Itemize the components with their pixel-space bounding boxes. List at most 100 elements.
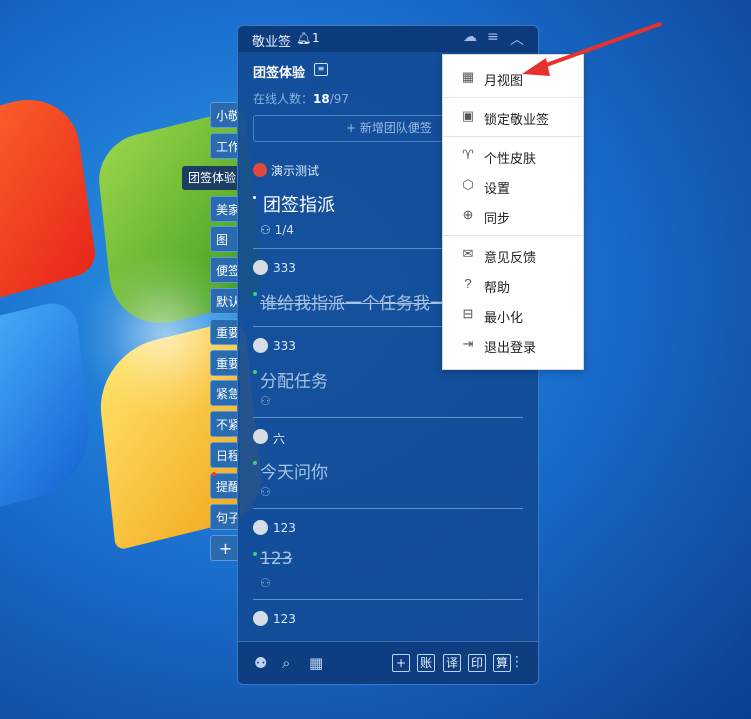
logo-red-pane bbox=[0, 85, 98, 311]
shirt-icon: ♈︎ bbox=[462, 147, 474, 162]
side-tab[interactable]: 日程 bbox=[210, 442, 240, 468]
tool-translate[interactable]: 译 bbox=[443, 654, 461, 672]
note-user: 333 bbox=[273, 261, 296, 275]
calendar-icon: ▦ bbox=[461, 69, 475, 84]
avatar bbox=[253, 260, 268, 275]
demo-row[interactable]: 演示测试 bbox=[253, 162, 319, 179]
avatar bbox=[253, 611, 268, 626]
team-members-icon[interactable]: ⚉ bbox=[254, 654, 267, 672]
note-status-dot bbox=[253, 461, 257, 465]
side-tab[interactable]: 重要 bbox=[210, 319, 240, 345]
demo-label: 演示测试 bbox=[271, 164, 320, 178]
note-user: 333 bbox=[273, 339, 296, 353]
app-title: 敬业签 bbox=[252, 35, 292, 50]
sync-icon: ⊕ bbox=[462, 207, 474, 222]
add-note-button[interactable]: + bbox=[392, 654, 410, 672]
menu-item-label: 月视图 bbox=[484, 73, 524, 88]
assignee-icon[interactable]: ⚇ bbox=[260, 485, 271, 499]
side-tab[interactable]: 小敬 bbox=[210, 102, 240, 128]
menu-divider bbox=[443, 235, 583, 236]
tool-calculate[interactable]: 算 bbox=[493, 654, 511, 672]
team-menu-icon[interactable]: ≡ bbox=[314, 63, 328, 76]
side-tab[interactable]: 紧急 bbox=[210, 380, 240, 406]
collapse-icon[interactable]: ︿ bbox=[510, 29, 524, 49]
more-icon[interactable]: ⋮ bbox=[510, 654, 524, 670]
online-now: 18 bbox=[313, 92, 330, 106]
bell-count: 1 bbox=[312, 31, 320, 45]
note-user: 六 bbox=[273, 432, 286, 446]
side-tab[interactable]: 默认 bbox=[210, 288, 240, 314]
plus-icon: + bbox=[346, 121, 360, 135]
note-task[interactable]: 分配任务 bbox=[260, 367, 328, 392]
note-user: 123 bbox=[273, 612, 296, 626]
side-tab[interactable]: 重要 bbox=[210, 350, 240, 376]
side-tab[interactable]: 美家 bbox=[210, 196, 240, 222]
note-status-dot bbox=[253, 292, 257, 296]
assign-count-value: 1/4 bbox=[274, 223, 294, 237]
note-task[interactable]: 123 bbox=[260, 549, 292, 569]
tab-alert-dot bbox=[212, 472, 216, 476]
menu-item-label: 个性皮肤 bbox=[484, 151, 537, 166]
tool-print[interactable]: 印 bbox=[468, 654, 486, 672]
menu-item-label: 意见反馈 bbox=[484, 250, 537, 265]
assign-title[interactable]: 团签指派 bbox=[263, 191, 335, 217]
menu-divider bbox=[443, 97, 583, 98]
menu-item-label: 最小化 bbox=[484, 310, 524, 325]
avatar bbox=[253, 520, 268, 535]
menu-item-skin[interactable]: ♈︎ 个性皮肤 bbox=[443, 142, 583, 170]
menu-item-help[interactable]: ? 帮助 bbox=[443, 271, 583, 299]
divider bbox=[253, 417, 523, 418]
lock-icon: ▣ bbox=[461, 108, 475, 123]
gear-icon: ⬡ bbox=[462, 177, 474, 192]
online-count: 在线人数：18/97 bbox=[253, 90, 349, 107]
note-task[interactable]: 谁给我指派一个任务我一 bbox=[260, 289, 447, 314]
logout-icon: ⇥ bbox=[462, 336, 474, 351]
assignee-icon[interactable]: ⚇ bbox=[260, 394, 271, 408]
menu-divider bbox=[443, 136, 583, 137]
add-team-note-label: 新增团队便签 bbox=[359, 121, 432, 135]
menu-item-settings[interactable]: ⬡ 设置 bbox=[443, 172, 583, 200]
menu-item-lock[interactable]: ▣ 锁定敬业签 bbox=[443, 103, 583, 131]
side-tab[interactable]: 便签 bbox=[210, 257, 240, 283]
bell-icon[interactable]: 🔔︎ bbox=[296, 31, 311, 45]
menu-item-label: 设置 bbox=[484, 181, 511, 196]
menu-item-minimize[interactable]: ⊟ 最小化 bbox=[443, 301, 583, 329]
dropdown-menu: ▦ 月视图 ▣ 锁定敬业签 ♈︎ 个性皮肤 ⬡ 设置 ⊕ 同步 ✉ 意见反馈 ?… bbox=[442, 54, 584, 370]
assignee-icon[interactable]: ⚇ bbox=[260, 576, 271, 590]
avatar bbox=[253, 429, 268, 444]
note-user: 123 bbox=[273, 521, 296, 535]
cloud-icon[interactable]: ☁ bbox=[463, 29, 477, 45]
menu-item-label: 同步 bbox=[484, 211, 511, 226]
menu-icon[interactable]: ≡ bbox=[487, 29, 499, 45]
side-tab[interactable]: 不紧 bbox=[210, 411, 240, 437]
search-icon[interactable]: ⌕ bbox=[282, 654, 290, 672]
menu-item-feedback[interactable]: ✉ 意见反馈 bbox=[443, 241, 583, 269]
side-tab-active[interactable]: 团签体验 bbox=[182, 166, 240, 190]
team-title: 团签体验 bbox=[253, 66, 306, 81]
online-label: 在线人数： bbox=[253, 92, 314, 106]
menu-item-label: 退出登录 bbox=[484, 340, 537, 355]
person-icon: ⚇ bbox=[260, 223, 275, 237]
assign-dot bbox=[253, 196, 256, 199]
side-tab[interactable]: 工作 bbox=[210, 133, 240, 159]
help-icon: ? bbox=[464, 276, 472, 291]
bottom-toolbar: ⚉ ⌕ ▦ + 账 译 印 算 ⋮ bbox=[238, 641, 538, 684]
divider bbox=[253, 599, 523, 600]
menu-item-label: 锁定敬业签 bbox=[484, 112, 550, 127]
side-tab[interactable]: 提醒 bbox=[210, 473, 240, 499]
demo-cloud-icon bbox=[253, 163, 267, 177]
title-bar: 敬业签 🔔︎ 1 ☁ ≡ ︿ bbox=[238, 26, 538, 52]
assign-count: ⚇ 1/4 bbox=[260, 223, 294, 237]
calendar-icon[interactable]: ▦ bbox=[309, 654, 323, 672]
menu-item-sync[interactable]: ⊕ 同步 bbox=[443, 202, 583, 230]
menu-item-month-view[interactable]: ▦ 月视图 bbox=[443, 64, 583, 92]
mail-icon: ✉ bbox=[462, 246, 474, 261]
note-task[interactable]: 今天问你 bbox=[260, 458, 328, 483]
side-tab[interactable]: 图 bbox=[210, 226, 240, 252]
add-tab-button[interactable]: + bbox=[210, 535, 240, 561]
online-total: /97 bbox=[329, 92, 350, 106]
side-tab[interactable]: 句子 bbox=[210, 504, 240, 530]
menu-item-logout[interactable]: ⇥ 退出登录 bbox=[443, 331, 583, 359]
tool-accounting[interactable]: 账 bbox=[417, 654, 435, 672]
avatar bbox=[253, 338, 268, 353]
